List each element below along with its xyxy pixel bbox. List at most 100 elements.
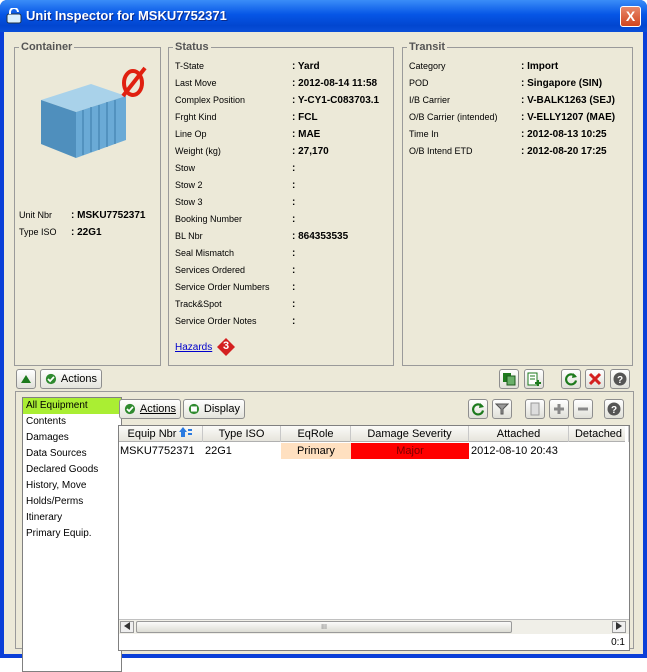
scroll-thumb[interactable]: III (136, 621, 512, 633)
unit-nbr-value: : MSKU7752371 (71, 210, 146, 221)
display-icon (188, 403, 200, 415)
sidebar-item[interactable]: All Equipment (23, 398, 121, 414)
refresh-icon (472, 403, 485, 416)
unit-inspector-window: Unit Inspector for MSKU7752371 X Contain… (0, 0, 647, 672)
refresh-icon (565, 373, 578, 386)
status-row-label: Last Move (175, 78, 217, 88)
column-equip-nbr[interactable]: Equip Nbr (119, 426, 203, 442)
edit-button[interactable] (525, 399, 545, 419)
refresh-button-grid[interactable] (468, 399, 488, 419)
column-type-iso[interactable]: Type ISO (203, 426, 281, 442)
display-label: Display (203, 403, 240, 415)
status-row-label: Seal Mismatch (175, 248, 235, 258)
status-row-label: Stow 3 (175, 197, 203, 207)
help-icon: ? (613, 372, 627, 386)
sidebar-item[interactable]: Data Sources (23, 446, 121, 462)
transit-panel-title: Transit (407, 41, 448, 53)
close-button[interactable]: X (620, 6, 641, 27)
status-row-value: : (292, 180, 296, 191)
status-row-value: : (292, 248, 296, 259)
transit-row-value: : Singapore (SIN) (521, 78, 603, 89)
grid-header: Equip Nbr Type ISO EqRole Damage Severit… (119, 426, 629, 442)
status-row-value: : (292, 299, 296, 310)
status-row-value: : (292, 197, 296, 208)
hazards-link[interactable]: Hazards (175, 342, 212, 353)
help-button-grid[interactable]: ? (604, 399, 624, 419)
cell-eq-role: Primary (281, 443, 351, 459)
scroll-right-button[interactable] (612, 621, 626, 633)
status-row-label: T-State (175, 61, 205, 71)
sidebar-item[interactable]: Damages (23, 430, 121, 446)
svg-text:?: ? (617, 375, 623, 386)
status-row-value: : Yard (292, 61, 320, 72)
add-list-button[interactable] (524, 369, 544, 389)
status-row-label: Services Ordered (175, 265, 246, 275)
refresh-button-top[interactable] (561, 369, 581, 389)
column-eq-role[interactable]: EqRole (281, 426, 351, 442)
transit-row-value: : V-ELLY1207 (MAE) (521, 112, 616, 123)
help-button-top[interactable]: ? (610, 369, 630, 389)
cell-attached: 2012-08-10 20:43 (471, 445, 558, 457)
type-iso-value: : 22G1 (71, 227, 102, 238)
remove-button[interactable] (573, 399, 593, 419)
status-row-label: Weight (kg) (175, 146, 221, 156)
delete-icon (588, 372, 602, 386)
transit-row-label: POD (409, 78, 429, 88)
arrow-right-icon (616, 622, 622, 630)
scroll-thumb-grip: III (321, 624, 327, 631)
delete-button-top[interactable] (585, 369, 605, 389)
sidebar-item[interactable]: History, Move (23, 478, 121, 494)
column-attached[interactable]: Attached (469, 426, 569, 442)
sidebar-item[interactable]: Contents (23, 414, 121, 430)
status-row-value: : (292, 214, 296, 225)
status-row-label: Booking Number (175, 214, 243, 224)
filter-icon (495, 403, 509, 415)
actions-button-grid[interactable]: Actions (119, 399, 181, 419)
svg-text:?: ? (611, 405, 617, 416)
transit-row-value: : V-BALK1263 (SEJ) (521, 95, 615, 106)
minus-icon (578, 407, 588, 411)
display-button[interactable]: Display (183, 399, 245, 419)
sidebar-item[interactable]: Itinerary (23, 510, 121, 526)
transit-row-label: O/B Intend ETD (409, 146, 473, 156)
unit-inspector-icon (6, 8, 22, 24)
add-list-icon (527, 372, 541, 386)
status-row-value: : (292, 316, 296, 327)
status-panel-title: Status (173, 41, 211, 53)
status-row-label: Stow (175, 163, 196, 173)
collapse-up-button[interactable] (16, 369, 36, 389)
cell-equip-nbr: MSKU7752371 (120, 445, 195, 457)
scroll-left-button[interactable] (120, 621, 134, 633)
actions-label-top: Actions (60, 373, 97, 385)
transit-row-label: Time In (409, 129, 439, 139)
status-row-label: Complex Position (175, 95, 246, 105)
status-row-value: : FCL (292, 112, 318, 123)
actions-button-top[interactable]: Actions (40, 369, 102, 389)
column-detached[interactable]: Detached (569, 426, 629, 442)
sidebar-item[interactable]: Primary Equip. (23, 526, 121, 542)
status-panel: Status T-State : Yard Last Move : 2012-08-1… (168, 41, 394, 366)
help-icon: ? (607, 402, 621, 416)
title-bar[interactable]: Unit Inspector for MSKU7752371 X (0, 0, 647, 32)
type-iso-label: Type ISO (19, 227, 57, 237)
column-damage-severity[interactable]: Damage Severity (351, 426, 469, 442)
transit-panel: Transit Category: Import POD: Singapore (… (402, 41, 633, 366)
sidebar-item[interactable]: Declared Goods (23, 462, 121, 478)
transit-row-value: : 2012-08-20 17:25 (521, 146, 607, 157)
copy-button[interactable] (499, 369, 519, 389)
status-row-label: Service Order Numbers (175, 282, 270, 292)
window-title: Unit Inspector for MSKU7752371 (26, 8, 227, 23)
container-panel-title: Container (19, 41, 75, 53)
add-button[interactable] (549, 399, 569, 419)
status-row-value: : 2012-08-14 11:58 (292, 78, 378, 89)
horizontal-scrollbar[interactable]: III (119, 619, 629, 634)
status-row-label: Frght Kind (175, 112, 217, 122)
status-row-value: : MAE (292, 129, 321, 140)
sidebar-item[interactable]: Holds/Perms (23, 494, 121, 510)
status-row-value: : 27,170 (292, 146, 329, 157)
filter-button[interactable] (492, 399, 512, 419)
status-row-label: Stow 2 (175, 180, 203, 190)
hazards-badge: 3 (217, 338, 235, 356)
unit-nbr-label: Unit Nbr (19, 210, 53, 220)
hazards-count: 3 (222, 340, 230, 352)
